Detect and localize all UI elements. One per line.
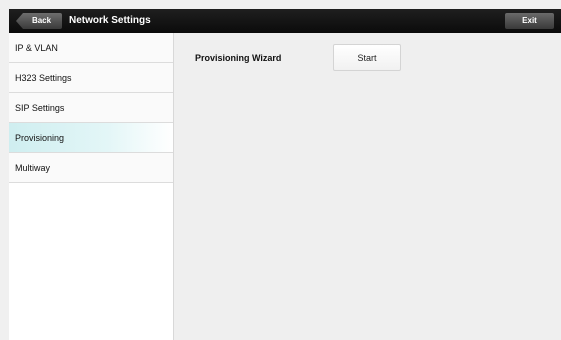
sidebar-item-sip-settings[interactable]: SIP Settings	[9, 93, 173, 123]
start-button[interactable]: Start	[333, 44, 401, 71]
sidebar-item-multiway[interactable]: Multiway	[9, 153, 173, 183]
sidebar: IP & VLAN H323 Settings SIP Settings Pro…	[9, 33, 174, 340]
top-bar: Back Network Settings Exit	[9, 9, 561, 33]
provisioning-wizard-label: Provisioning Wizard	[195, 53, 282, 63]
settings-window: Back Network Settings Exit IP & VLAN H32…	[9, 9, 561, 340]
sidebar-item-ip-vlan[interactable]: IP & VLAN	[9, 33, 173, 63]
page-title: Network Settings	[69, 15, 151, 26]
sidebar-item-provisioning[interactable]: Provisioning	[9, 123, 173, 153]
back-button[interactable]: Back	[16, 13, 62, 29]
exit-button[interactable]: Exit	[505, 13, 554, 29]
sidebar-item-h323-settings[interactable]: H323 Settings	[9, 63, 173, 93]
